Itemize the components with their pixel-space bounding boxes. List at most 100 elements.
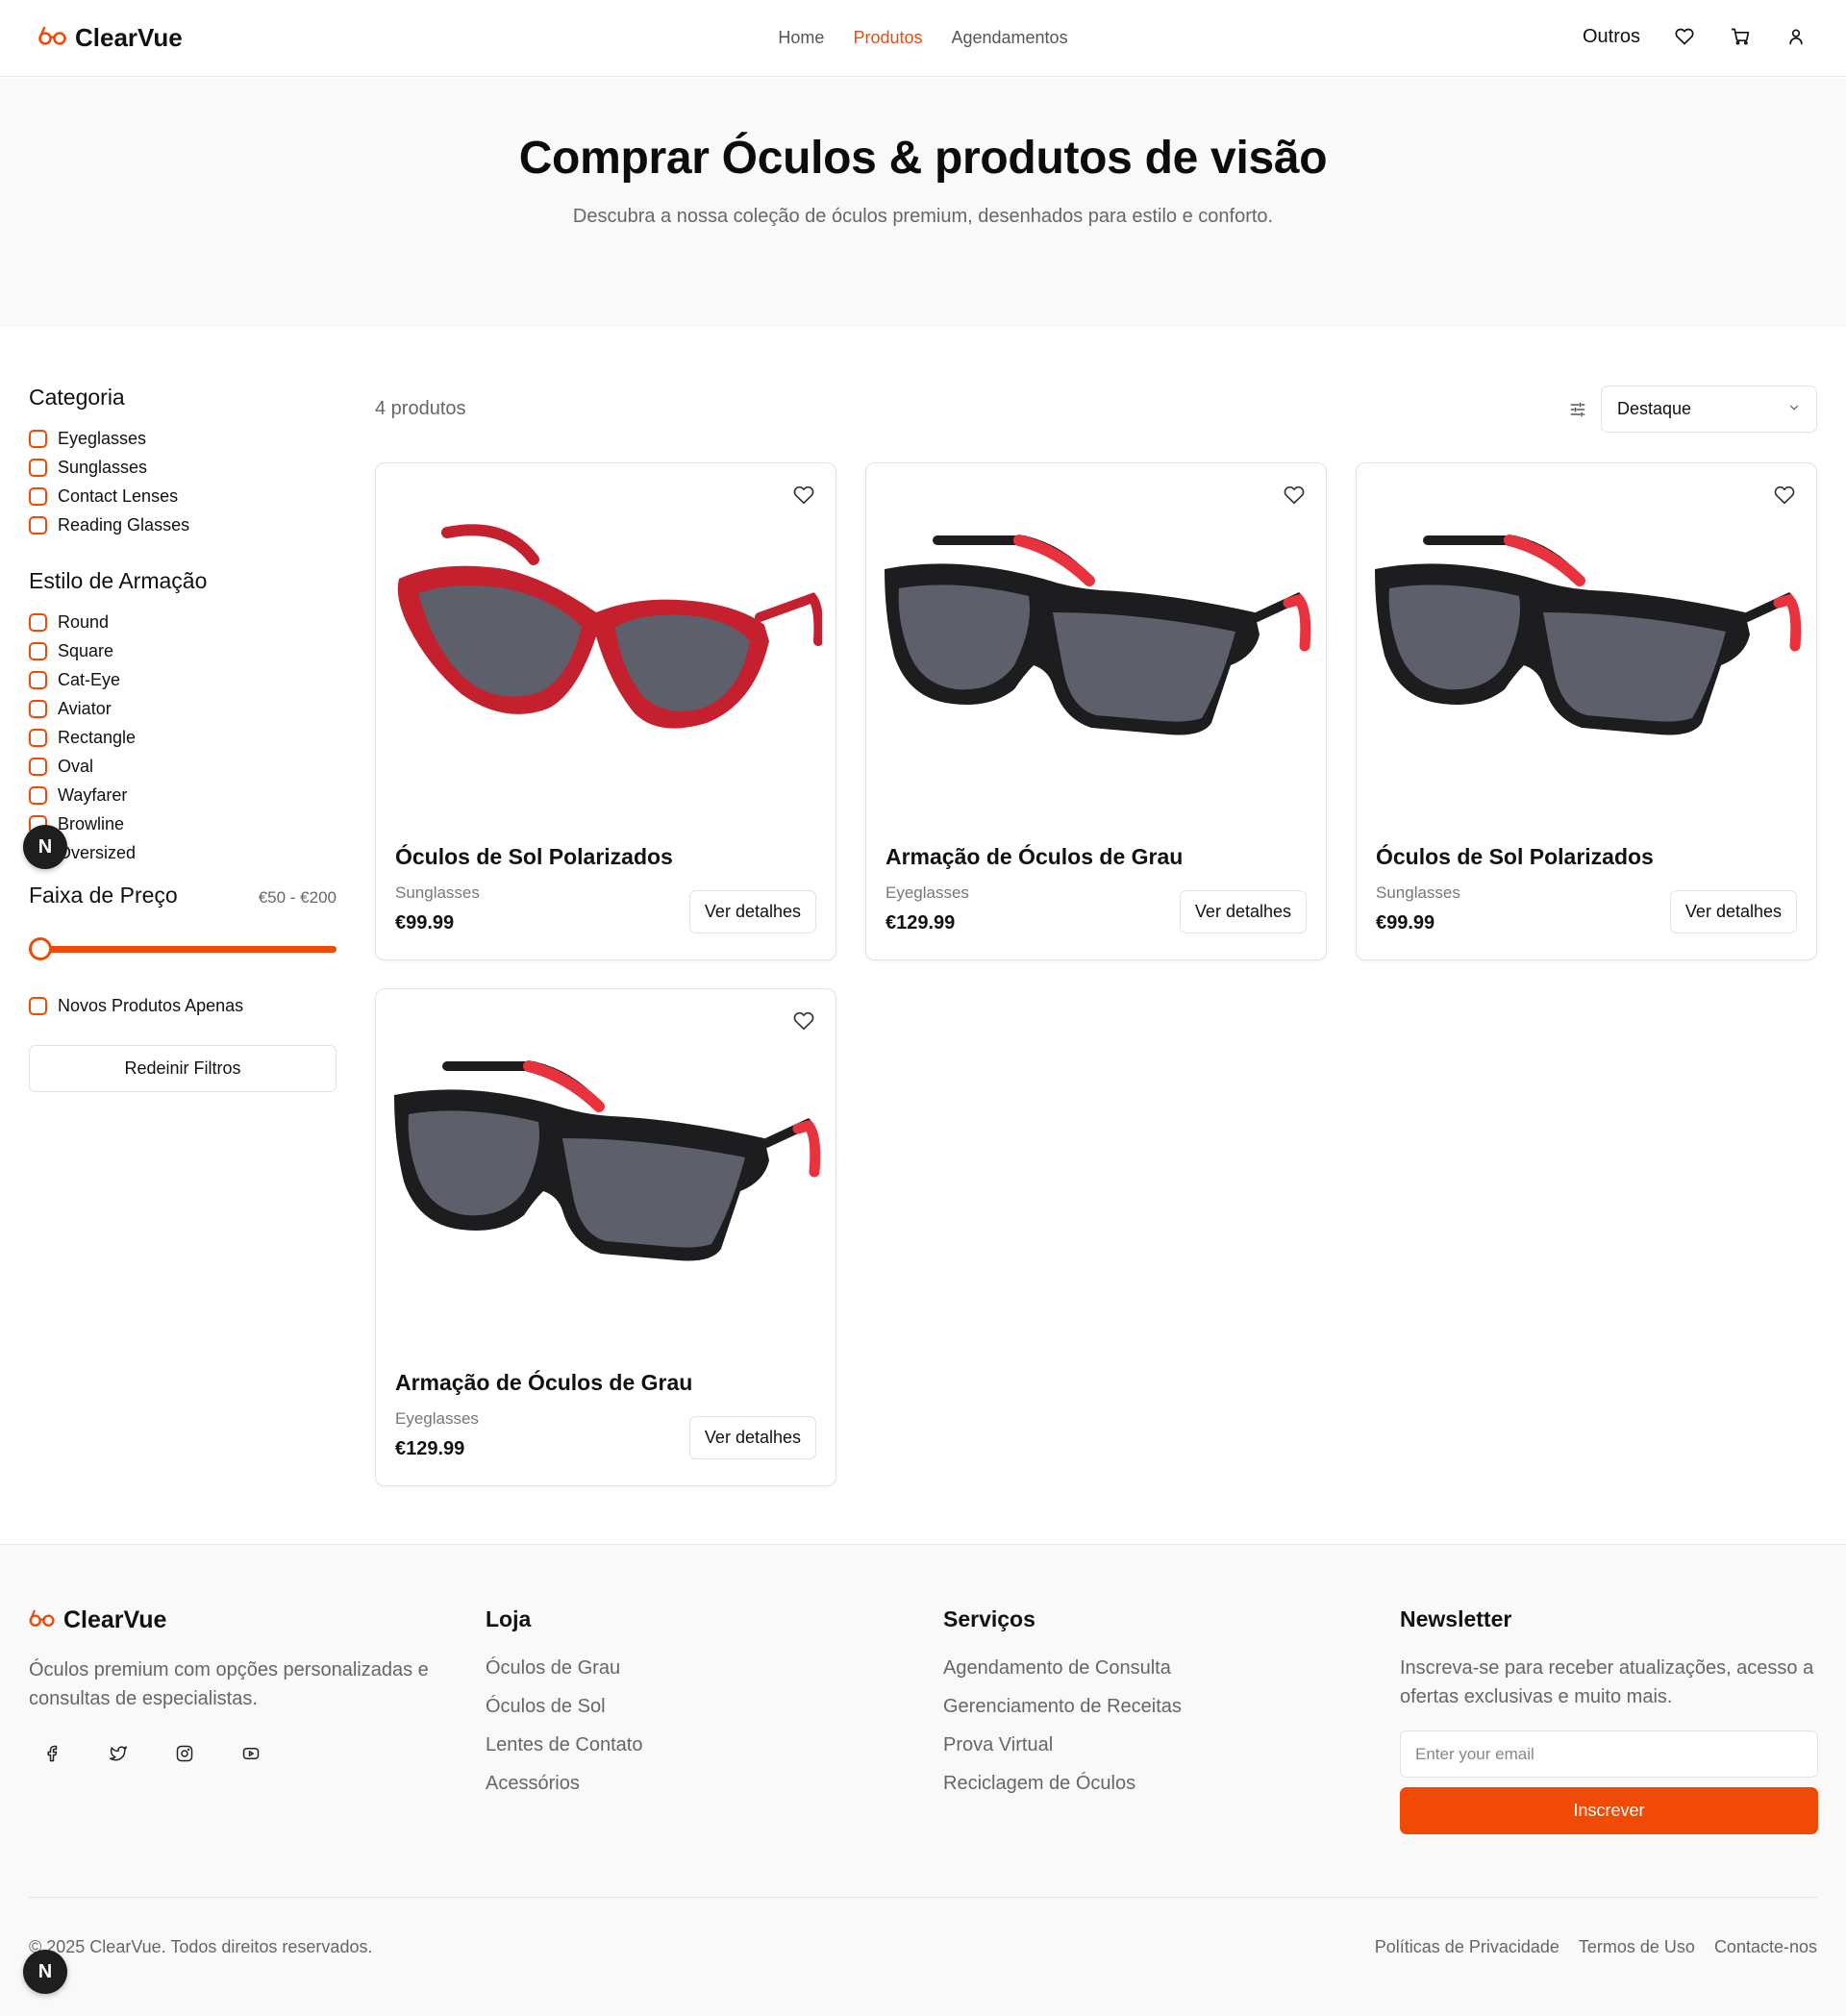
- product-name[interactable]: Armação de Óculos de Grau: [886, 844, 1183, 870]
- product-price: €99.99: [1376, 912, 1435, 933]
- product-image[interactable]: [880, 521, 1312, 752]
- checkbox[interactable]: [29, 728, 47, 747]
- filter-wayfarer[interactable]: Wayfarer: [29, 781, 337, 809]
- product-image[interactable]: [389, 1047, 822, 1278]
- footer-link[interactable]: Prova Virtual: [943, 1730, 1328, 1769]
- product-price: €129.99: [395, 1438, 465, 1459]
- checkbox[interactable]: [29, 612, 47, 632]
- filter-contact-lenses[interactable]: Contact Lenses: [29, 482, 337, 510]
- product-count: 4 produtos: [375, 398, 466, 419]
- filter-label: Wayfarer: [58, 784, 128, 805]
- instagram-icon[interactable]: [173, 1742, 196, 1765]
- sliders-icon[interactable]: [1566, 398, 1589, 421]
- product-image[interactable]: [389, 521, 824, 752]
- view-details-button[interactable]: Ver detalhes: [1179, 890, 1307, 933]
- heart-icon[interactable]: [1774, 485, 1795, 510]
- filter-aviator[interactable]: Aviator: [29, 694, 337, 723]
- nav-link-home[interactable]: Home: [778, 28, 824, 48]
- product-card[interactable]: Óculos de Sol Polarizados Sunglasses €99…: [1356, 462, 1817, 960]
- filter-browline[interactable]: Browline: [29, 809, 337, 838]
- glasses-illustration: [394, 1060, 821, 1261]
- twitter-icon[interactable]: [107, 1742, 130, 1765]
- footer-newsletter-column: Newsletter Inscreva-se para receber atua…: [1400, 1606, 1818, 1834]
- footer-link[interactable]: Reciclagem de Óculos: [943, 1769, 1328, 1807]
- view-details-button[interactable]: Ver detalhes: [688, 1416, 816, 1459]
- footer-description: Óculos premium com opções personalizadas…: [29, 1659, 429, 1709]
- heart-icon[interactable]: [1284, 485, 1305, 510]
- dev-tools-badge[interactable]: N: [23, 825, 67, 869]
- footer-link[interactable]: Óculos de Grau: [486, 1654, 870, 1692]
- checkbox[interactable]: [29, 641, 47, 660]
- product-name[interactable]: Armação de Óculos de Grau: [395, 1370, 692, 1396]
- checkbox[interactable]: [29, 486, 47, 506]
- footer-shop-title: Loja: [486, 1606, 532, 1631]
- heart-icon[interactable]: [1673, 25, 1696, 48]
- nav-outros-menu[interactable]: Outros: [1583, 26, 1640, 48]
- filter-label: Cat-Eye: [58, 669, 121, 689]
- footer-link[interactable]: Acessórios: [486, 1769, 870, 1807]
- nav-actions: Outros: [1583, 25, 1808, 48]
- privacy-link[interactable]: Políticas de Privacidade: [1375, 1937, 1559, 1957]
- user-icon[interactable]: [1784, 25, 1808, 48]
- filter-eyeglasses[interactable]: Eyeglasses: [29, 424, 337, 453]
- checkbox[interactable]: [29, 785, 47, 805]
- glasses-illustration: [397, 524, 824, 729]
- filter-label: Novos Produtos Apenas: [58, 995, 244, 1015]
- checkbox[interactable]: [29, 757, 47, 776]
- price-range-value: €50 - €200: [258, 888, 337, 907]
- filter-round[interactable]: Round: [29, 608, 337, 636]
- contact-link[interactable]: Contacte-nos: [1714, 1937, 1817, 1957]
- filter-rectangle[interactable]: Rectangle: [29, 723, 337, 752]
- product-card[interactable]: Armação de Óculos de Grau Eyeglasses €12…: [865, 462, 1327, 960]
- filter-label: Eyeglasses: [58, 428, 147, 448]
- filter-reading-glasses[interactable]: Reading Glasses: [29, 510, 337, 539]
- view-details-button[interactable]: Ver detalhes: [688, 890, 816, 933]
- slider-thumb[interactable]: [29, 937, 52, 960]
- filter-label: Browline: [58, 813, 125, 834]
- cart-icon[interactable]: [1729, 25, 1752, 48]
- footer-link[interactable]: Gerenciamento de Receitas: [943, 1692, 1328, 1730]
- filter-square[interactable]: Square: [29, 636, 337, 665]
- filter-new-only[interactable]: Novos Produtos Apenas: [29, 991, 337, 1020]
- footer-logo[interactable]: ClearVue: [29, 1606, 452, 1634]
- checkbox[interactable]: [29, 996, 47, 1015]
- youtube-icon[interactable]: [239, 1742, 262, 1765]
- price-slider[interactable]: [29, 935, 337, 962]
- nav-link-agendamentos[interactable]: Agendamentos: [951, 28, 1067, 48]
- reset-filters-button[interactable]: Redeinir Filtros: [29, 1045, 337, 1092]
- price-filter-header: Faixa de Preço €50 - €200: [29, 883, 337, 908]
- slider-track[interactable]: [29, 946, 337, 953]
- heart-icon[interactable]: [793, 485, 814, 510]
- copyright-text: © 2025 ClearVue. Todos direitos reservad…: [29, 1937, 373, 1956]
- product-name[interactable]: Óculos de Sol Polarizados: [1376, 844, 1654, 870]
- product-card[interactable]: Armação de Óculos de Grau Eyeglasses €12…: [375, 988, 836, 1486]
- checkbox[interactable]: [29, 699, 47, 718]
- checkbox[interactable]: [29, 429, 47, 448]
- footer-link[interactable]: Agendamento de Consulta: [943, 1654, 1328, 1692]
- checkbox[interactable]: [29, 670, 47, 689]
- terms-link[interactable]: Termos de Uso: [1579, 1937, 1695, 1957]
- filter-oversized[interactable]: Oversized: [29, 838, 337, 867]
- filter-label: Oval: [58, 756, 94, 776]
- filter-oval[interactable]: Oval: [29, 752, 337, 781]
- heart-icon[interactable]: [793, 1010, 814, 1036]
- footer-link[interactable]: Lentes de Contato: [486, 1730, 870, 1769]
- nav-link-produtos[interactable]: Produtos: [853, 28, 922, 48]
- filter-cat-eye[interactable]: Cat-Eye: [29, 665, 337, 694]
- email-input[interactable]: Enter your email: [1400, 1730, 1818, 1778]
- view-details-button[interactable]: Ver detalhes: [1669, 890, 1797, 933]
- product-card[interactable]: Óculos de Sol Polarizados Sunglasses €99…: [375, 462, 836, 960]
- product-name[interactable]: Óculos de Sol Polarizados: [395, 844, 673, 870]
- facebook-icon[interactable]: [40, 1742, 63, 1765]
- sort-select[interactable]: Destaque: [1601, 386, 1817, 433]
- social-links: [29, 1742, 452, 1765]
- product-image[interactable]: [1370, 521, 1803, 752]
- subscribe-button[interactable]: Inscrever: [1400, 1787, 1818, 1834]
- footer-link[interactable]: Óculos de Sol: [486, 1692, 870, 1730]
- sort-controls: Destaque: [1566, 386, 1817, 433]
- checkbox[interactable]: [29, 515, 47, 535]
- product-category: Eyeglasses: [395, 1409, 479, 1428]
- checkbox[interactable]: [29, 458, 47, 477]
- filter-sunglasses[interactable]: Sunglasses: [29, 453, 337, 482]
- dev-tools-badge[interactable]: N: [23, 1950, 67, 1994]
